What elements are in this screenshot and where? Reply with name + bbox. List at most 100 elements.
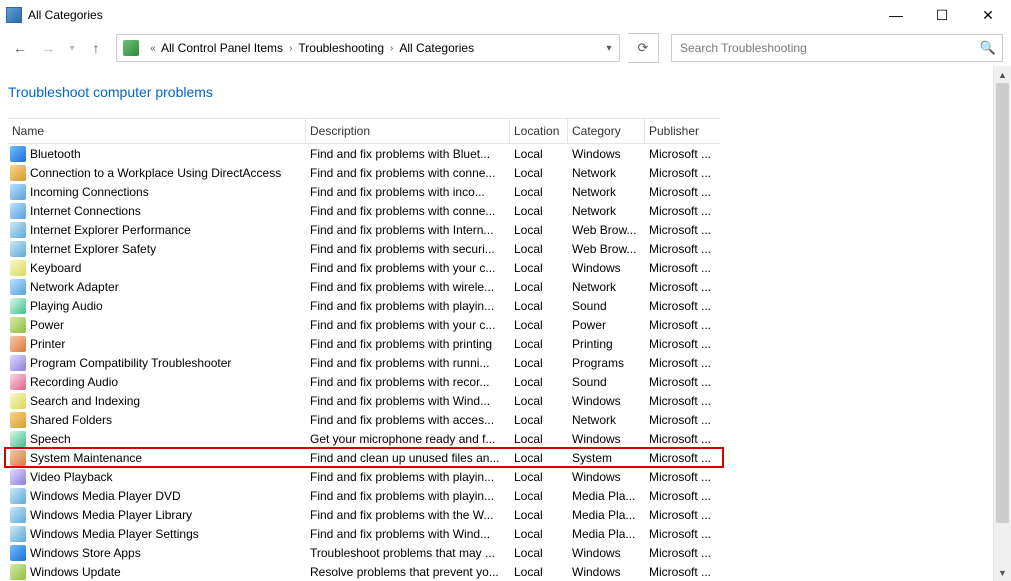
- table-row[interactable]: Windows Store AppsTroubleshoot problems …: [8, 543, 720, 562]
- scroll-down-button[interactable]: ▼: [994, 564, 1011, 581]
- table-row[interactable]: BluetoothFind and fix problems with Blue…: [8, 144, 720, 163]
- table-row[interactable]: Search and IndexingFind and fix problems…: [8, 391, 720, 410]
- column-header-category[interactable]: Category: [568, 119, 645, 143]
- scroll-thumb[interactable]: [996, 83, 1009, 523]
- table-row[interactable]: Video PlaybackFind and fix problems with…: [8, 467, 720, 486]
- row-publisher: Microsoft ...: [645, 147, 720, 161]
- page-heading: Troubleshoot computer problems: [8, 84, 993, 100]
- row-location: Local: [510, 470, 568, 484]
- row-publisher: Microsoft ...: [645, 299, 720, 313]
- troubleshooter-icon: [10, 488, 26, 504]
- table-row[interactable]: Recording Audio Find and fix problems wit…: [8, 372, 720, 391]
- row-publisher: Microsoft ...: [645, 337, 720, 351]
- row-name: Network Adapter: [30, 280, 119, 294]
- row-location: Local: [510, 223, 568, 237]
- table-row[interactable]: Network Adapter Find and fix problems wit…: [8, 277, 720, 296]
- row-category: Windows: [568, 147, 645, 161]
- row-location: Local: [510, 185, 568, 199]
- recent-locations-button[interactable]: ▾: [64, 36, 80, 60]
- search-box[interactable]: 🔍: [671, 34, 1003, 62]
- table-row[interactable]: Playing AudioFind and fix problems with …: [8, 296, 720, 315]
- row-category: Programs: [568, 356, 645, 370]
- breadcrumb-item[interactable]: All Categories: [399, 41, 474, 55]
- row-location: Local: [510, 299, 568, 313]
- row-name: Recording Audio: [30, 375, 118, 389]
- row-publisher: Microsoft ...: [645, 470, 720, 484]
- troubleshooter-icon: [10, 374, 26, 390]
- up-button[interactable]: ↑: [84, 36, 108, 60]
- row-description: Find and fix problems with printing: [306, 337, 510, 351]
- row-description: Find and fix problems with inco...: [306, 185, 510, 199]
- table-row[interactable]: System MaintenanceFind and clean up unus…: [8, 448, 720, 467]
- table-row[interactable]: Shared FoldersFind and fix problems with…: [8, 410, 720, 429]
- row-location: Local: [510, 546, 568, 560]
- table-row[interactable]: Internet Explorer Performance Find and fi…: [8, 220, 720, 239]
- troubleshooter-icon: [10, 298, 26, 314]
- row-name: Windows Media Player DVD: [30, 489, 181, 503]
- chevron-right-icon[interactable]: ›: [283, 43, 298, 54]
- row-location: Local: [510, 318, 568, 332]
- search-input[interactable]: [672, 41, 974, 55]
- row-name: Power: [30, 318, 64, 332]
- refresh-button[interactable]: ⟳: [628, 33, 659, 63]
- row-description: Find and fix problems with Bluet...: [306, 147, 510, 161]
- row-description: Find and fix problems with runni...: [306, 356, 510, 370]
- row-category: Windows: [568, 565, 645, 579]
- address-dropdown-button[interactable]: ▾: [599, 35, 619, 61]
- troubleshooter-icon: [10, 146, 26, 162]
- troubleshooter-icon: [10, 526, 26, 542]
- column-header-description[interactable]: Description: [306, 119, 510, 143]
- table-row[interactable]: Windows Media Player LibraryFind and fix…: [8, 505, 720, 524]
- column-header-publisher[interactable]: Publisher: [645, 119, 720, 143]
- row-description: Troubleshoot problems that may ...: [306, 546, 510, 560]
- row-description: Find and fix problems with playin...: [306, 299, 510, 313]
- breadcrumb-item[interactable]: All Control Panel Items: [161, 41, 283, 55]
- table-row[interactable]: Internet Explorer SafetyFind and fix pro…: [8, 239, 720, 258]
- row-location: Local: [510, 527, 568, 541]
- row-location: Local: [510, 280, 568, 294]
- chevron-right-icon[interactable]: ›: [384, 43, 399, 54]
- maximize-button[interactable]: ☐: [919, 0, 965, 30]
- table-row[interactable]: KeyboardFind and fix problems with your …: [8, 258, 720, 277]
- table-row[interactable]: Connection to a Workplace Using DirectAc…: [8, 163, 720, 182]
- row-publisher: Microsoft ...: [645, 261, 720, 275]
- column-header-name[interactable]: Name: [8, 119, 306, 143]
- column-header-location[interactable]: Location: [510, 119, 568, 143]
- vertical-scrollbar[interactable]: ▲ ▼: [993, 66, 1011, 581]
- row-publisher: Microsoft ...: [645, 318, 720, 332]
- row-description: Find and fix problems with wirele...: [306, 280, 510, 294]
- row-name: Program Compatibility Troubleshooter: [30, 356, 231, 370]
- table-row[interactable]: SpeechGet your microphone ready and f...…: [8, 429, 720, 448]
- table-row[interactable]: Windows Media Player SettingsFind and fi…: [8, 524, 720, 543]
- row-description: Find and fix problems with Intern...: [306, 223, 510, 237]
- close-button[interactable]: ✕: [965, 0, 1011, 30]
- row-description: Find and fix problems with the W...: [306, 508, 510, 522]
- breadcrumb-item[interactable]: Troubleshooting: [298, 41, 384, 55]
- table-row[interactable]: Program Compatibility Troubleshooter Find…: [8, 353, 720, 372]
- row-category: System: [568, 451, 645, 465]
- row-publisher: Microsoft ...: [645, 413, 720, 427]
- search-icon[interactable]: 🔍: [974, 40, 1002, 56]
- row-description: Find and fix problems with recor...: [306, 375, 510, 389]
- minimize-button[interactable]: —: [873, 0, 919, 30]
- table-row[interactable]: PrinterFind and fix problems with printi…: [8, 334, 720, 353]
- row-name: Search and Indexing: [30, 394, 140, 408]
- table-row[interactable]: PowerFind and fix problems with your c..…: [8, 315, 720, 334]
- table-row[interactable]: Internet ConnectionsFind and fix problem…: [8, 201, 720, 220]
- scroll-up-button[interactable]: ▲: [994, 66, 1011, 83]
- troubleshooter-icon: [10, 241, 26, 257]
- row-location: Local: [510, 261, 568, 275]
- row-name: Internet Explorer Performance: [30, 223, 191, 237]
- table-row[interactable]: Windows Media Player DVDFind and fix pro…: [8, 486, 720, 505]
- row-location: Local: [510, 242, 568, 256]
- table-row[interactable]: Windows UpdateResolve problems that prev…: [8, 562, 720, 581]
- chevron-left-icon[interactable]: «: [145, 43, 161, 54]
- troubleshooter-icon: [10, 431, 26, 447]
- back-button[interactable]: ←: [8, 36, 32, 60]
- table-row[interactable]: Incoming ConnectionsFind and fix problem…: [8, 182, 720, 201]
- troubleshooter-icon: [10, 279, 26, 295]
- forward-button[interactable]: →: [36, 36, 60, 60]
- row-category: Network: [568, 413, 645, 427]
- address-bar[interactable]: « All Control Panel Items › Troubleshoot…: [116, 34, 620, 62]
- troubleshooter-icon: [10, 412, 26, 428]
